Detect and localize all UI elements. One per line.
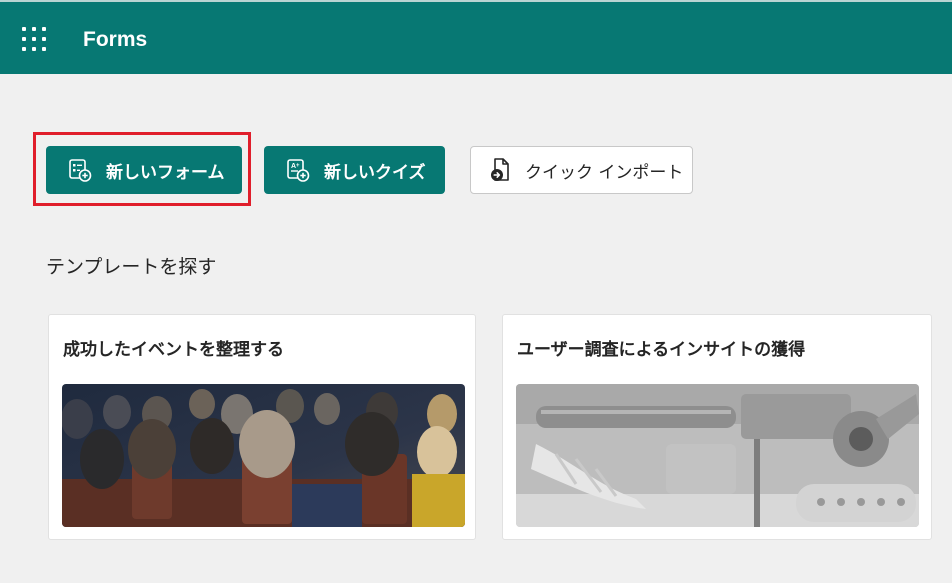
quick-import-button[interactable]: クイック インポート (470, 146, 693, 194)
new-form-icon (69, 159, 92, 182)
header-top-line (0, 0, 952, 2)
app-title[interactable]: Forms (83, 27, 147, 53)
app-header: Forms (0, 0, 952, 74)
app-launcher-icon[interactable] (22, 27, 46, 51)
mechanical-parts-image (516, 384, 919, 527)
new-quiz-icon: A + (287, 159, 310, 182)
template-card-event[interactable]: 成功したイベントを整理する (48, 314, 476, 540)
template-card-title: 成功したイベントを整理する (63, 340, 284, 360)
audience-image (62, 384, 465, 527)
new-quiz-label: 新しいクイズ (324, 162, 426, 183)
template-section-title: テンプレートを探す (46, 256, 217, 278)
template-card-research[interactable]: ユーザー調査によるインサイトの獲得 (502, 314, 932, 540)
new-form-button[interactable]: 新しいフォーム (46, 146, 242, 194)
svg-text:+: + (296, 163, 300, 169)
import-file-icon (491, 158, 509, 181)
new-form-label: 新しいフォーム (106, 162, 225, 183)
quick-import-label: クイック インポート (525, 162, 684, 183)
new-quiz-button[interactable]: A + 新しいクイズ (264, 146, 445, 194)
template-card-title: ユーザー調査によるインサイトの獲得 (517, 340, 806, 360)
